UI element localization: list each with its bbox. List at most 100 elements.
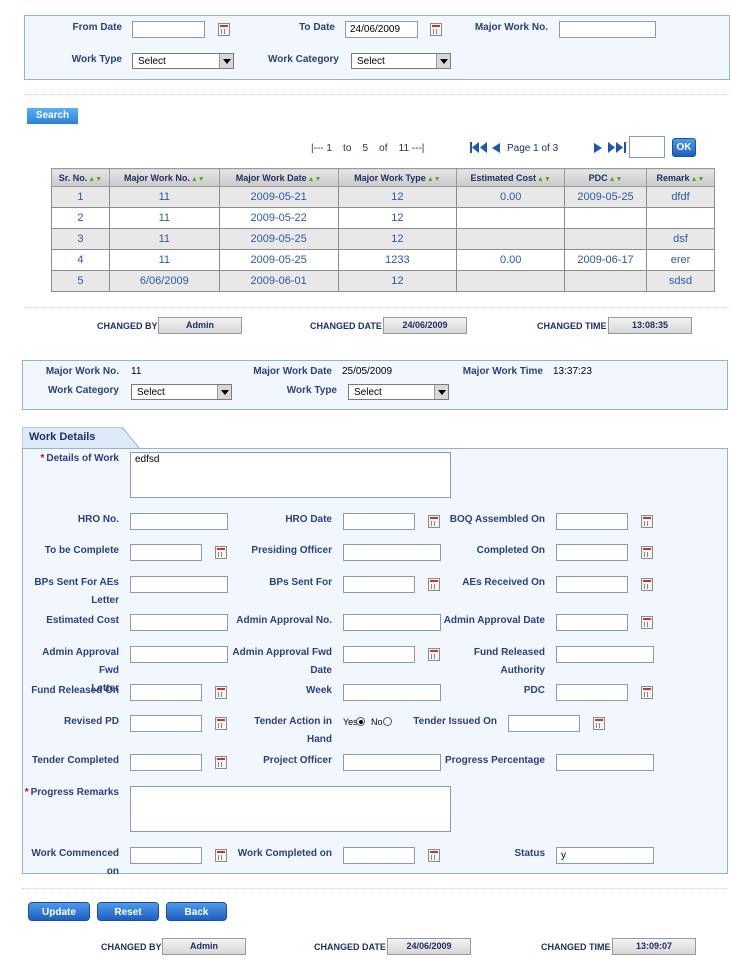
- column-header[interactable]: Major Work No.▲▼: [108, 168, 220, 187]
- project-officer-label: Project Officer: [263, 755, 332, 766]
- project-officer-input[interactable]: [343, 754, 441, 771]
- sort-icon[interactable]: ▲▼: [191, 176, 205, 183]
- bps-sent-for-calendar-icon[interactable]: [428, 578, 440, 591]
- table-row[interactable]: 2 11 2009-05-22 12: [51, 207, 716, 229]
- sort-icon[interactable]: ▲▼: [691, 176, 705, 183]
- column-header[interactable]: Remark▲▼: [645, 168, 716, 187]
- work-type-select[interactable]: Select: [132, 53, 234, 69]
- major-work-no-input[interactable]: [559, 21, 656, 38]
- revised-pd-input[interactable]: [130, 715, 202, 732]
- bps-sent-for-input[interactable]: [343, 576, 415, 593]
- from-date-calendar-icon[interactable]: [218, 23, 230, 36]
- search-button[interactable]: Search: [27, 108, 78, 124]
- completed-on-calendar-icon[interactable]: [641, 546, 653, 559]
- next-page-icon[interactable]: [594, 143, 603, 153]
- from-date-input[interactable]: [132, 21, 205, 38]
- table-row[interactable]: 3 11 2009-05-25 12 dsf: [51, 228, 716, 250]
- fund-released-authority-input[interactable]: [556, 646, 654, 663]
- presiding-officer-input[interactable]: [343, 544, 441, 561]
- sort-icon[interactable]: ▲▼: [308, 176, 322, 183]
- admin-fwd-date-calendar-icon[interactable]: [428, 648, 440, 661]
- tender-issued-label: Tender Issued On: [413, 716, 497, 727]
- tender-completed-calendar-icon[interactable]: [215, 756, 227, 769]
- estimated-cost-input[interactable]: [130, 614, 228, 631]
- to-be-complete-calendar-icon[interactable]: [215, 546, 227, 559]
- week-input[interactable]: [343, 684, 441, 701]
- admin-fwd-date-input[interactable]: [343, 646, 415, 663]
- admin-approval-no-label: Admin Approval No.: [236, 615, 332, 626]
- to-date-calendar-icon[interactable]: [430, 23, 442, 36]
- table-cell: 0.00: [456, 249, 566, 271]
- bps-sent-aes-input[interactable]: [130, 576, 228, 593]
- prev-page-icon[interactable]: [492, 143, 501, 153]
- admin-fwd-letter-input[interactable]: [130, 646, 228, 663]
- progress-remarks-textarea[interactable]: [130, 786, 451, 832]
- pdc-input[interactable]: [556, 684, 628, 701]
- revised-pd-calendar-icon[interactable]: [215, 717, 227, 730]
- column-header[interactable]: Major Work Date▲▼: [218, 168, 339, 187]
- admin-approval-date-calendar-icon[interactable]: [641, 616, 653, 629]
- to-date-input[interactable]: [345, 21, 418, 38]
- bps-sent-for-label: BPs Sent For: [269, 577, 332, 588]
- admin-approval-date-input[interactable]: [556, 614, 628, 631]
- pdc-calendar-icon[interactable]: [641, 686, 653, 699]
- divider: [24, 94, 730, 95]
- first-page-icon[interactable]: [470, 142, 488, 153]
- ok-button[interactable]: OK: [672, 138, 696, 157]
- hro-no-input[interactable]: [130, 513, 228, 530]
- work-commenced-input[interactable]: [130, 847, 202, 864]
- hro-date-calendar-icon[interactable]: [428, 515, 440, 528]
- tender-issued-calendar-icon[interactable]: [593, 717, 605, 730]
- tender-yes-radio[interactable]: [356, 717, 365, 726]
- sort-icon[interactable]: ▲▼: [537, 176, 551, 183]
- sort-icon[interactable]: ▲▼: [88, 176, 102, 183]
- aes-received-calendar-icon[interactable]: [641, 578, 653, 591]
- table-cell: 11: [108, 228, 220, 250]
- table-row[interactable]: 1 11 2009-05-21 12 0.00 2009-05-25 dfdf: [51, 186, 716, 208]
- admin-approval-no-input[interactable]: [343, 614, 441, 631]
- completed-on-input[interactable]: [556, 544, 628, 561]
- table-row[interactable]: 5 6/06/2009 2009-06-01 12 sdsd: [51, 270, 716, 292]
- column-header[interactable]: Major Work Type▲▼: [337, 168, 458, 187]
- table-row[interactable]: 4 11 2009-05-25 1233 0.00 2009-06-17 erer: [51, 249, 716, 271]
- chevron-down-icon: [217, 385, 231, 399]
- details-of-work-textarea[interactable]: edfsd: [130, 452, 451, 498]
- work-category-select[interactable]: Select: [351, 53, 451, 69]
- update-button[interactable]: Update: [28, 902, 90, 921]
- column-header[interactable]: Sr. No.▲▼: [51, 168, 110, 187]
- page-number-input[interactable]: [629, 136, 665, 158]
- table-cell: 11: [108, 207, 220, 229]
- sort-icon[interactable]: ▲▼: [609, 176, 623, 183]
- boq-assembled-calendar-icon[interactable]: [641, 515, 653, 528]
- tender-completed-input[interactable]: [130, 754, 202, 771]
- fund-released-on-input[interactable]: [130, 684, 202, 701]
- aes-received-input[interactable]: [556, 576, 628, 593]
- progress-percentage-input[interactable]: [556, 754, 654, 771]
- boq-assembled-input[interactable]: [556, 513, 628, 530]
- column-header[interactable]: Estimated Cost▲▼: [456, 168, 566, 187]
- estimated-cost-label: Estimated Cost: [46, 615, 119, 626]
- tab-work-details[interactable]: Work Details: [21, 426, 142, 450]
- tender-no-radio[interactable]: [383, 717, 392, 726]
- fund-released-on-calendar-icon[interactable]: [215, 686, 227, 699]
- summary-work-type-select[interactable]: Select: [348, 384, 449, 400]
- work-completed-input[interactable]: [343, 847, 415, 864]
- tender-issued-input[interactable]: [508, 715, 580, 732]
- work-completed-calendar-icon[interactable]: [428, 849, 440, 862]
- status-input[interactable]: [556, 847, 654, 864]
- back-button[interactable]: Back: [166, 902, 227, 921]
- chevron-down-icon: [219, 54, 233, 68]
- reset-button[interactable]: Reset: [97, 902, 159, 921]
- work-commenced-calendar-icon[interactable]: [215, 849, 227, 862]
- table-cell: dfdf: [645, 186, 716, 208]
- column-header[interactable]: PDC▲▼: [564, 168, 647, 187]
- required-marker: *: [24, 787, 29, 798]
- pdc-label: PDC: [523, 685, 545, 696]
- hro-date-input[interactable]: [343, 513, 415, 530]
- summary-work-category-select[interactable]: Select: [131, 384, 232, 400]
- work-type-label: Work Type: [71, 54, 122, 65]
- sort-icon[interactable]: ▲▼: [427, 176, 441, 183]
- last-page-icon[interactable]: [608, 142, 626, 153]
- to-be-complete-input[interactable]: [130, 544, 202, 561]
- hro-date-label: HRO Date: [285, 514, 332, 525]
